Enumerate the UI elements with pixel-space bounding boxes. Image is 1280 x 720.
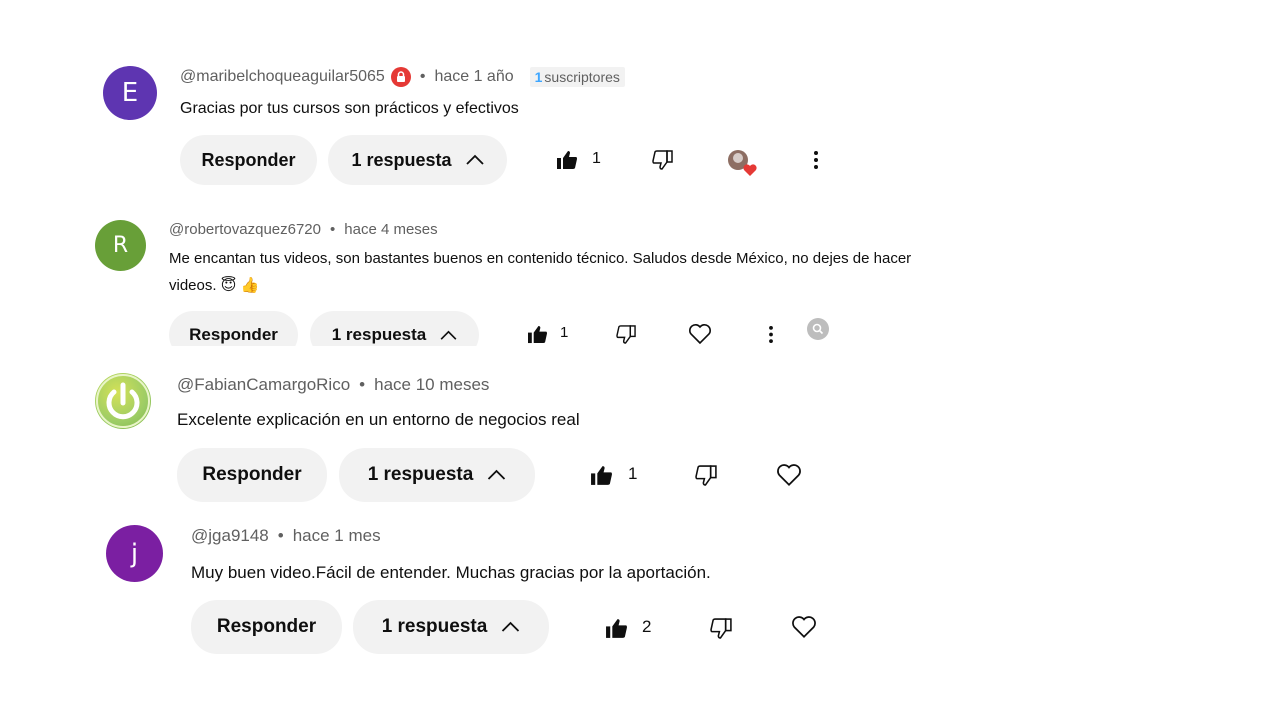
avatar[interactable]: j — [106, 525, 163, 582]
comment-meta: @jga9148 • hace 1 mes — [191, 525, 381, 547]
dislike-icon[interactable] — [708, 615, 734, 641]
comment-text: Gracias por tus cursos son prácticos y e… — [180, 100, 519, 117]
dislike-icon[interactable] — [651, 148, 675, 172]
comment-time[interactable]: hace 4 meses — [344, 221, 437, 238]
separator-dot: • — [277, 526, 284, 545]
separator-dot: • — [330, 220, 336, 238]
subscriber-badge: 1 suscriptores — [529, 67, 625, 87]
comment-meta: @robertovazquez6720 • hace 4 meses — [169, 219, 438, 239]
like-icon[interactable] — [525, 322, 549, 346]
comment-time[interactable]: hace 1 año — [434, 68, 513, 86]
subscriber-label: suscriptores — [544, 69, 620, 85]
replies-toggle-button[interactable]: 1 respuesta — [310, 311, 479, 346]
like-count: 1 — [628, 464, 638, 483]
replies-label: 1 respuesta — [351, 149, 452, 170]
power-icon — [95, 373, 151, 429]
comment-text-line-1: Me encantan tus videos, son bastantes bu… — [169, 250, 912, 267]
avatar[interactable] — [95, 373, 151, 429]
like-count: 2 — [642, 617, 652, 636]
chevron-up-icon — [501, 621, 520, 633]
like-icon[interactable] — [588, 462, 614, 488]
chevron-up-icon — [440, 330, 457, 341]
avatar[interactable]: E — [103, 66, 157, 120]
replies-toggle-button[interactable]: 1 respuesta — [328, 135, 507, 185]
replies-label: 1 respuesta — [331, 325, 427, 344]
replies-toggle-button[interactable]: 1 respuesta — [353, 600, 549, 654]
replies-toggle-button[interactable]: 1 respuesta — [339, 448, 535, 502]
avatar-letter: R — [112, 233, 129, 258]
replies-label: 1 respuesta — [381, 616, 488, 637]
like-count: 1 — [592, 150, 601, 167]
reply-label: Responder — [202, 464, 302, 485]
reply-button[interactable]: Responder — [191, 600, 342, 654]
avatar-letter: j — [130, 538, 139, 569]
reply-label: Responder — [201, 149, 296, 170]
chevron-up-icon — [487, 469, 506, 481]
comment-text-line-2: videos. 😇 👍 — [169, 277, 260, 294]
comment-time[interactable]: hace 10 meses — [374, 375, 489, 395]
more-options-icon[interactable] — [762, 322, 780, 346]
more-options-icon[interactable] — [806, 148, 826, 172]
creator-heart-icon — [726, 148, 758, 178]
author-handle[interactable]: @robertovazquez6720 — [169, 221, 321, 238]
author-handle[interactable]: @FabianCamargoRico — [177, 375, 350, 395]
lock-icon — [390, 67, 411, 87]
avatar[interactable]: R — [95, 220, 146, 271]
heart-icon[interactable] — [775, 461, 803, 489]
reply-button[interactable]: Responder — [180, 135, 317, 185]
comment-meta: @maribelchoqueaguilar5065 • hace 1 año 1… — [180, 66, 625, 88]
like-icon[interactable] — [555, 148, 579, 172]
dislike-icon[interactable] — [614, 322, 638, 346]
comment-text: Excelente explicación en un entorno de n… — [177, 410, 580, 429]
reply-button[interactable]: Responder — [169, 311, 298, 346]
author-handle[interactable]: @jga9148 — [191, 526, 269, 546]
heart-icon[interactable] — [687, 321, 713, 347]
comment-meta: @FabianCamargoRico • hace 10 meses — [177, 374, 489, 396]
like-count: 1 — [560, 324, 569, 341]
reply-label: Responder — [189, 325, 278, 344]
separator-dot: • — [419, 68, 426, 85]
subscriber-count: 1 — [534, 69, 543, 85]
dislike-icon[interactable] — [693, 462, 719, 488]
replies-label: 1 respuesta — [367, 464, 474, 485]
avatar-letter: E — [121, 78, 139, 108]
like-icon[interactable] — [603, 615, 629, 641]
comment-text: Muy buen video.Fácil de entender. Muchas… — [191, 563, 711, 582]
heart-icon[interactable] — [790, 613, 818, 641]
extension-badge-icon[interactable] — [807, 318, 829, 340]
comment-time[interactable]: hace 1 mes — [293, 526, 381, 546]
author-handle[interactable]: @maribelchoqueaguilar5065 — [180, 68, 385, 86]
separator-dot: • — [359, 375, 366, 394]
action-bar-clip: Responder 1 respuesta — [0, 310, 1280, 346]
reply-button[interactable]: Responder — [177, 448, 327, 502]
chevron-up-icon — [465, 154, 484, 166]
reply-label: Responder — [216, 616, 317, 637]
